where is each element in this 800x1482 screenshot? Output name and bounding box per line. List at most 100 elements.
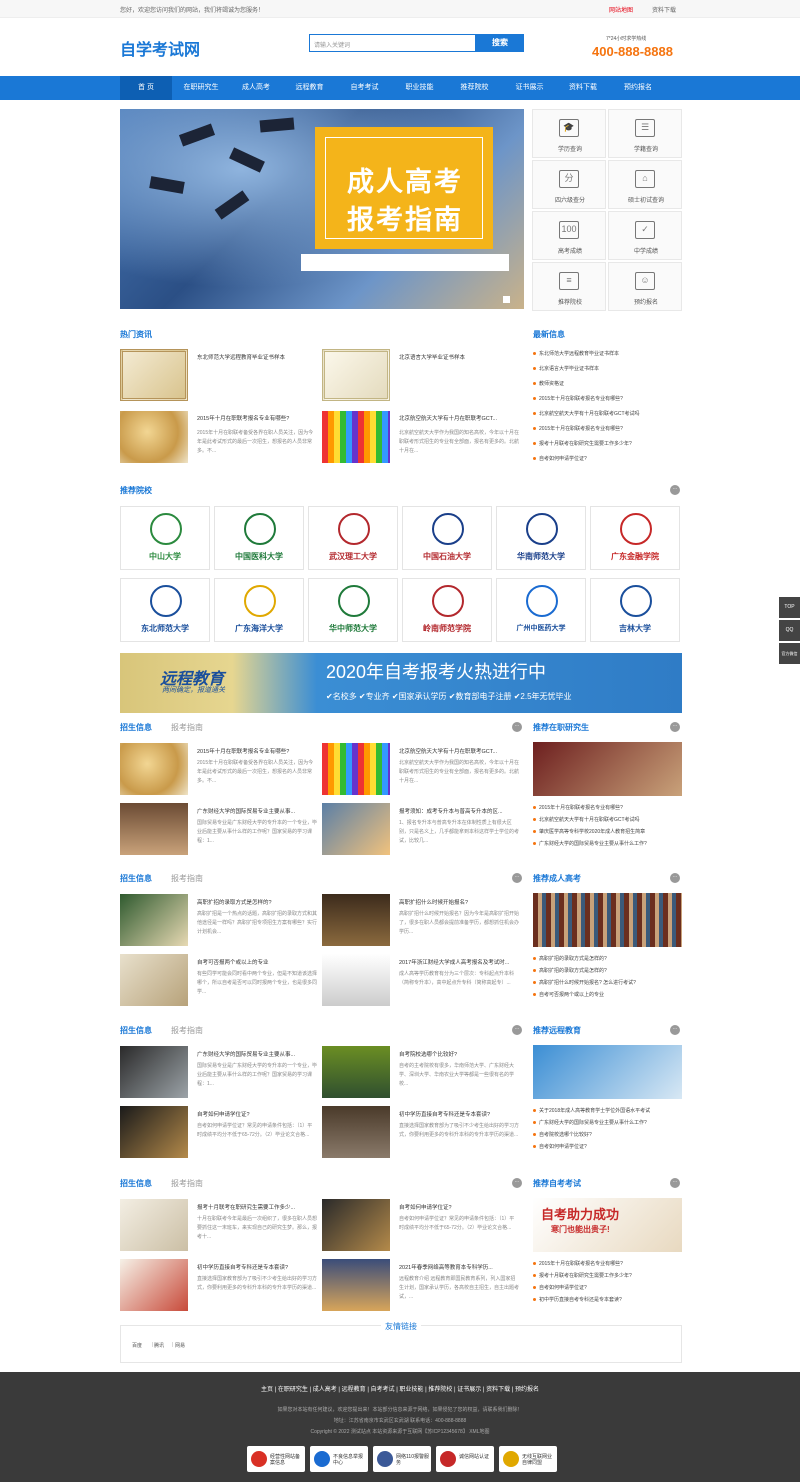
badge-icp[interactable]: 经营性网站备案信息 [247,1446,305,1472]
article-image[interactable] [322,1106,390,1158]
list-item[interactable]: 高职扩招的录取方式是怎样的? [533,967,607,974]
list-item[interactable]: 北京航空航天大学有十月在职联考GCT考试吗 [533,816,640,823]
article-title[interactable]: 高职扩招的录取方式是怎样的? [197,898,315,906]
school-card[interactable]: 广东海洋大学 [214,578,304,642]
school-card[interactable]: 华南师范大学 [496,506,586,570]
list-item[interactable]: 教师资格证 [533,380,564,387]
article-image[interactable] [120,1259,188,1311]
certificate-image[interactable] [322,349,390,401]
article-image[interactable] [120,954,188,1006]
quick-link[interactable]: 分四六级查分 [532,160,606,209]
tab-guide[interactable]: 报考指南 [171,722,203,733]
list-item[interactable]: 报考十月联考在职研究生需要工作多少年? [533,1272,632,1279]
school-card[interactable]: 中国医科大学 [214,506,304,570]
nav-download[interactable]: 资料下载 [557,76,609,100]
nav-distance[interactable]: 远程教育 [282,76,337,100]
quick-link[interactable]: 100 高考成绩 [532,211,606,260]
quick-link[interactable]: 🎓 学历查询 [532,109,606,158]
list-item[interactable]: 自考如何申请学位证? [533,1284,587,1291]
more-icon[interactable]: ··· [670,485,680,495]
more-icon[interactable]: ··· [670,722,680,732]
friend-link[interactable]: 网易 [175,1342,185,1349]
school-card[interactable]: 广东金融学院 [590,506,680,570]
article-title[interactable]: 2017年浙江财经大学成人高考报名及考试时... [399,958,517,966]
nav-adult-exam[interactable]: 成人高考 [230,76,282,100]
article-image[interactable] [322,1199,390,1251]
article-title[interactable]: 2015年十月在职联考报名专业有哪些? [197,747,315,755]
article-image[interactable] [322,803,390,855]
article-title[interactable]: 自考如何申请学位证? [197,1110,315,1118]
quick-link[interactable]: ✓ 中学成绩 [608,211,682,260]
tab-admissions[interactable]: 招生信息 [120,1178,152,1189]
badge-report[interactable]: 不良信息举报中心 [310,1446,368,1472]
article-title[interactable]: 北京航空航天大学有十月在职联考GCT... [399,747,517,755]
list-item[interactable]: 广东财经大学的国际贸易专业主要从事什么工作? [533,1119,647,1126]
tab-guide[interactable]: 报考指南 [171,873,203,884]
article-image[interactable] [322,954,390,1006]
download-link[interactable]: 资料下载 [652,5,676,14]
article-image[interactable] [120,1046,188,1098]
nav-schools[interactable]: 推荐院校 [447,76,502,100]
search-input[interactable]: 请输入关键词 [309,34,476,52]
article-image[interactable] [322,411,390,463]
list-item[interactable]: 关于2018年成人高等教育学士学位外国语水平考试 [533,1107,650,1114]
sitemap-link[interactable]: 网站地图 [609,5,633,14]
article-title[interactable]: 报考十月联考在职研究生需要工作多少... [197,1203,315,1211]
side-feature-image[interactable] [533,893,682,947]
list-item[interactable]: 2015年十月在职联考报名专业有哪些? [533,1260,623,1267]
tab-admissions[interactable]: 招生信息 [120,873,152,884]
article-image[interactable] [322,743,390,795]
article-title[interactable]: 东北师范大学远程教育毕业证书样本 [197,353,315,361]
list-item[interactable]: 高职扩招的录取方式是怎样的? [533,955,607,962]
badge-wireless[interactable]: 无线互联网业自律同盟 [499,1446,557,1472]
list-item[interactable]: 2015年十月在职联考报名专业有哪些? [533,804,623,811]
article-title[interactable]: 2021年春季网络高等教育本专科学历... [399,1263,517,1271]
article-title[interactable]: 广东财经大学的国际贸易专业主要从事... [197,1050,315,1058]
nav-graduate[interactable]: 在职研究生 [172,76,230,100]
article-image[interactable] [120,1199,188,1251]
list-item[interactable]: 2015年十月在职联考报名专业有哪些? [533,425,623,432]
tab-admissions[interactable]: 招生信息 [120,1025,152,1036]
nav-signup[interactable]: 预约报名 [609,76,667,100]
school-card[interactable]: 中山大学 [120,506,210,570]
article-title[interactable]: 自考可否报两个或以上的专业 [197,958,315,966]
list-item[interactable]: 广东财经大学的国际贸易专业主要从事什么工作? [533,840,647,847]
side-feature-image[interactable] [533,742,682,796]
list-item[interactable]: 自考可否报两个或以上的专业 [533,991,604,998]
article-image[interactable] [120,894,188,946]
list-item[interactable]: 报考十月联考在职研究生需要工作多少年? [533,440,632,447]
footer-nav[interactable]: 主页 | 在职研究生 | 成人高考 | 远程教育 | 自考考试 | 职业技能 |… [0,1384,800,1393]
tab-guide[interactable]: 报考指南 [171,1178,203,1189]
friend-link[interactable]: 百度 [132,1342,142,1349]
list-item[interactable]: 高职扩招什么时候开始报名? 怎么进行考试? [533,979,636,986]
tab-admissions[interactable]: 招生信息 [120,722,152,733]
list-item[interactable]: 北京航空航天大学有十月在职联考GCT考试吗 [533,410,640,417]
school-card[interactable]: 华中师范大学 [308,578,398,642]
search-button[interactable]: 搜索 [476,34,524,52]
quick-link[interactable]: ☺ 预约报名 [608,262,682,311]
school-card[interactable]: 中国石油大学 [402,506,492,570]
more-icon[interactable]: ··· [670,873,680,883]
nav-skills[interactable]: 职业技能 [392,76,447,100]
side-feature-image[interactable] [533,1045,682,1099]
badge-trust[interactable]: 诚信网站认证 [436,1446,494,1472]
article-image[interactable] [322,1046,390,1098]
list-item[interactable]: 自考如何申请学位证? [533,455,587,462]
article-image[interactable] [120,743,188,795]
article-title[interactable]: 自考如何申请学位证? [399,1203,517,1211]
article-title[interactable]: 2015年十月在职联考报名专业有哪些? [197,414,315,422]
wechat-button[interactable]: 官方微信 [779,643,800,664]
article-title[interactable]: 初中学历直接自考专科还是专本套读? [399,1110,517,1118]
list-item[interactable]: 肇庆医学高等专科学校2020年成人教育招生简章 [533,828,645,835]
school-card[interactable]: 广州中医药大学 [496,578,586,642]
more-icon[interactable]: ··· [512,1178,522,1188]
school-card[interactable]: 岭南师范学院 [402,578,492,642]
article-image[interactable] [322,894,390,946]
school-card[interactable]: 东北师范大学 [120,578,210,642]
quick-link[interactable]: ≡ 推荐院校 [532,262,606,311]
certificate-image[interactable] [120,349,188,401]
more-icon[interactable]: ··· [512,1025,522,1035]
list-item[interactable]: 东北师范大学远程教育毕业证书样本 [533,350,619,357]
nav-home[interactable]: 首 页 [120,76,172,100]
article-image[interactable] [120,411,188,463]
